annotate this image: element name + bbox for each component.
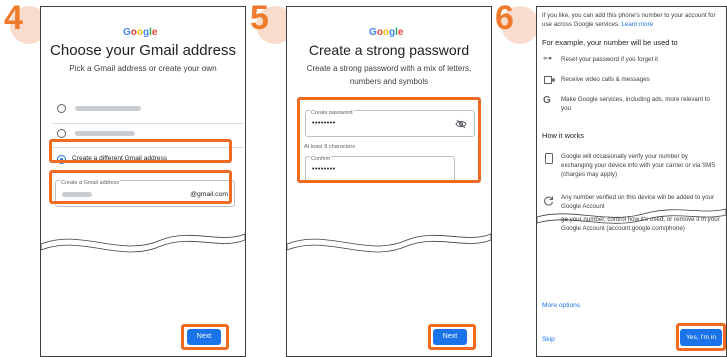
intro-text: If you like, you can add this phone's nu… bbox=[542, 11, 724, 29]
step-number-4: 4 bbox=[4, 0, 23, 37]
radio-option-1[interactable] bbox=[57, 104, 66, 113]
highlight-address-field bbox=[49, 170, 232, 204]
video-call-icon bbox=[544, 76, 555, 84]
more-options-link[interactable]: More options bbox=[542, 301, 580, 310]
screen-tear bbox=[287, 233, 491, 253]
highlight-next-button bbox=[428, 324, 476, 350]
use-item-reset-password: Reset your password if you forget it bbox=[561, 56, 658, 63]
highlight-create-option bbox=[49, 139, 232, 163]
google-g-icon: G bbox=[543, 95, 551, 106]
screen-tear bbox=[41, 233, 245, 253]
blurred-address-1 bbox=[75, 106, 141, 111]
google-logo: Google bbox=[369, 27, 404, 38]
example-heading: For example, your number will be used to bbox=[542, 38, 678, 47]
highlight-password-fields bbox=[297, 97, 481, 183]
radio-option-2[interactable] bbox=[57, 129, 66, 138]
how-it-works-heading: How it works bbox=[542, 131, 584, 140]
blurred-address-2 bbox=[75, 131, 135, 136]
step-number-5: 5 bbox=[250, 0, 269, 37]
step-number-6: 6 bbox=[495, 0, 514, 37]
key-icon: ⊶ bbox=[543, 53, 552, 63]
page-subtitle: Pick a Gmail address or create your own bbox=[69, 64, 217, 73]
divider bbox=[53, 123, 243, 124]
learn-more-link[interactable]: Learn more bbox=[621, 21, 653, 28]
highlight-accept-button bbox=[676, 323, 726, 351]
page-title: Create a strong password bbox=[308, 42, 470, 58]
page-subtitle: Create a strong password with a mix of l… bbox=[306, 64, 472, 86]
how-item-manage: ge your number, control how it's used, o… bbox=[561, 216, 720, 232]
use-item-relevance: Make Google services, including ads, mor… bbox=[561, 96, 710, 112]
phone-icon bbox=[545, 153, 553, 164]
skip-button[interactable]: Skip bbox=[542, 335, 555, 344]
how-item-verify: Google will occasionally verify your num… bbox=[561, 153, 716, 178]
page-title: Choose your Gmail address bbox=[50, 42, 236, 59]
phone-screen-add-number: If you like, you can add this phone's nu… bbox=[536, 6, 727, 357]
use-item-video-calls: Receive video calls & messages bbox=[561, 76, 650, 83]
google-logo: Google bbox=[123, 27, 158, 38]
highlight-next-button bbox=[181, 324, 229, 350]
